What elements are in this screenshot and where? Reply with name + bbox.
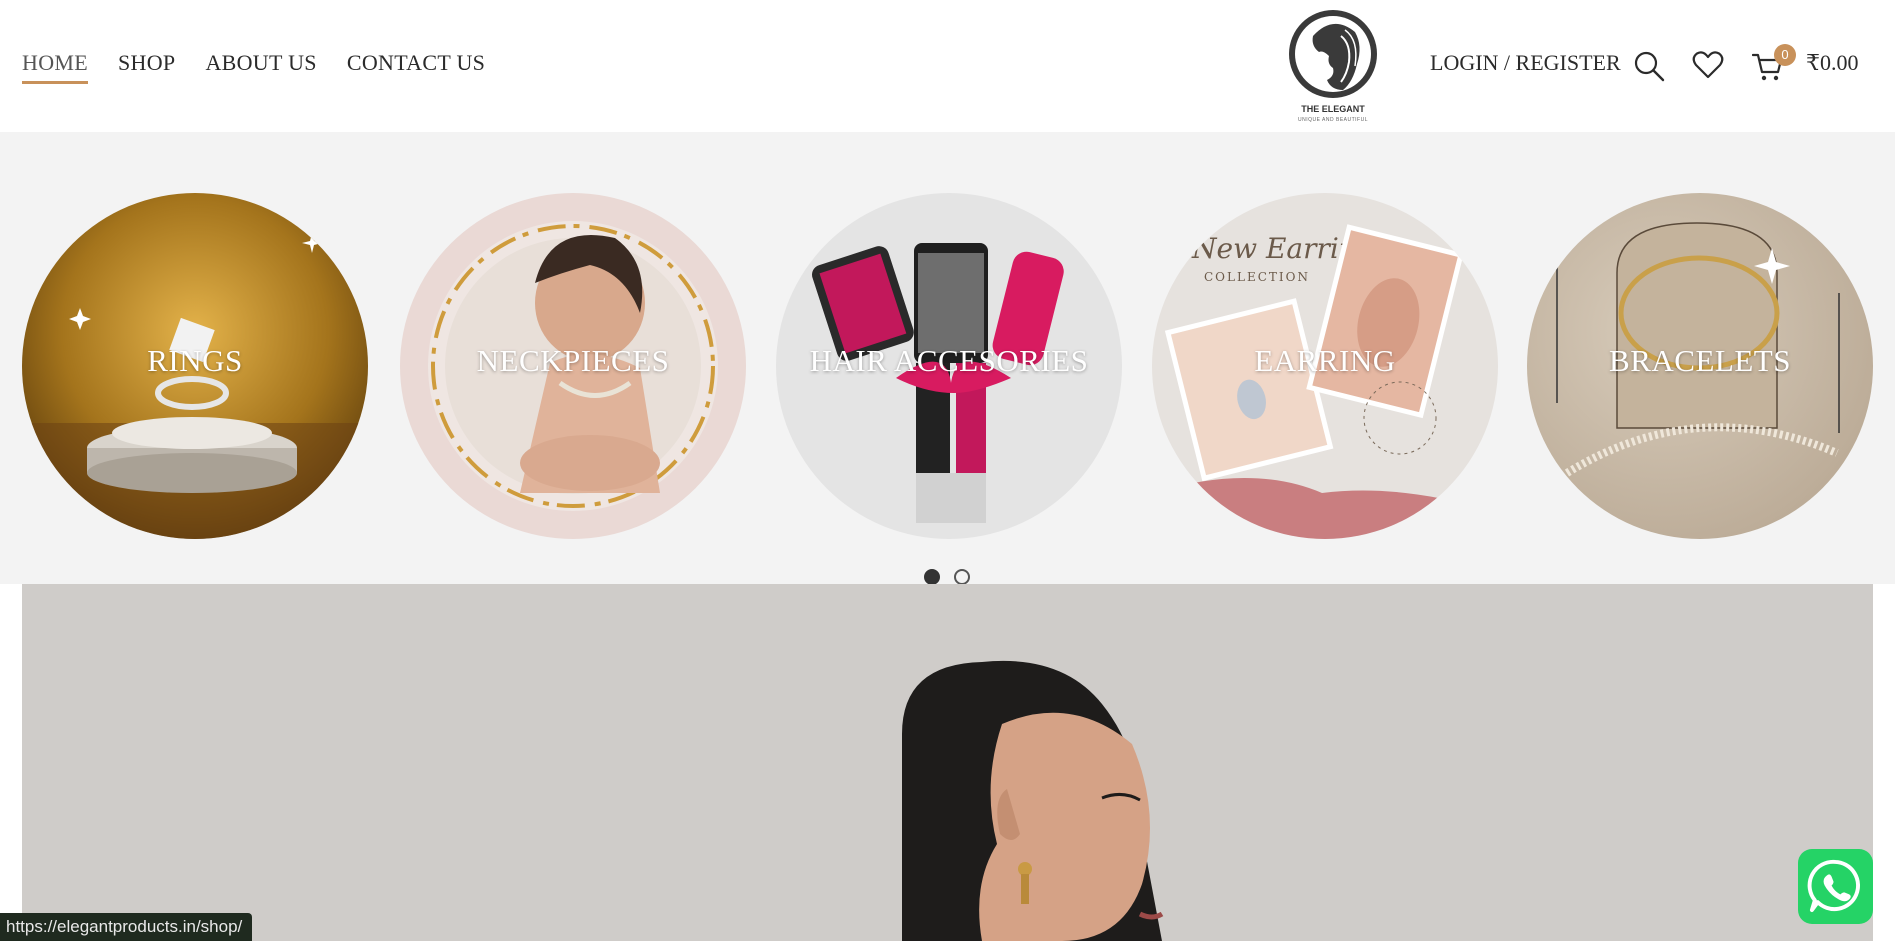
nav-shop[interactable]: SHOP bbox=[118, 50, 175, 84]
nav-contact-us[interactable]: CONTACT US bbox=[347, 50, 485, 84]
category-label: EARRING bbox=[1254, 343, 1396, 378]
hero-banner[interactable] bbox=[22, 584, 1873, 941]
status-bar-url: https://elegantproducts.in/shop/ bbox=[0, 913, 253, 941]
category-hair-accesories[interactable]: HAIR ACCESORIES bbox=[776, 193, 1122, 539]
logo-tagline: UNIQUE AND BEAUTIFUL bbox=[1297, 117, 1368, 123]
category-neckpieces[interactable]: NECKPIECES bbox=[400, 193, 746, 539]
hero-image bbox=[22, 584, 1873, 941]
login-register-link[interactable]: LOGIN / REGISTER bbox=[1430, 50, 1621, 76]
whatsapp-chat-button[interactable] bbox=[1798, 849, 1873, 924]
earring-image-subtitle: COLLECTION bbox=[1204, 270, 1310, 284]
logo-name: THE ELEGANT bbox=[1301, 104, 1365, 114]
cart-count-badge: 0 bbox=[1774, 44, 1796, 66]
whatsapp-icon bbox=[1807, 859, 1860, 913]
carousel-dot-1[interactable] bbox=[924, 569, 940, 585]
category-label: RINGS bbox=[147, 343, 243, 378]
site-header: HOME SHOP ABOUT US CONTACT US THE ELEGAN… bbox=[0, 0, 1895, 132]
main-nav: HOME SHOP ABOUT US CONTACT US bbox=[22, 50, 485, 84]
cart-total[interactable]: ₹0.00 bbox=[1806, 50, 1859, 76]
category-label: BRACELETS bbox=[1609, 343, 1791, 378]
carousel-dot-2[interactable] bbox=[954, 569, 970, 585]
category-label: NECKPIECES bbox=[476, 343, 670, 378]
nav-home[interactable]: HOME bbox=[22, 50, 88, 84]
carousel-pagination bbox=[924, 569, 970, 585]
category-earring[interactable]: New Earring COLLECTION EARRING bbox=[1152, 193, 1498, 539]
category-label: HAIR ACCESORIES bbox=[809, 343, 1089, 378]
search-icon[interactable] bbox=[1633, 50, 1665, 82]
category-bracelets[interactable]: BRACELETS bbox=[1527, 193, 1873, 539]
nav-about-us[interactable]: ABOUT US bbox=[205, 50, 316, 84]
heart-icon[interactable] bbox=[1692, 50, 1724, 80]
category-rings[interactable]: RINGS bbox=[22, 193, 368, 539]
